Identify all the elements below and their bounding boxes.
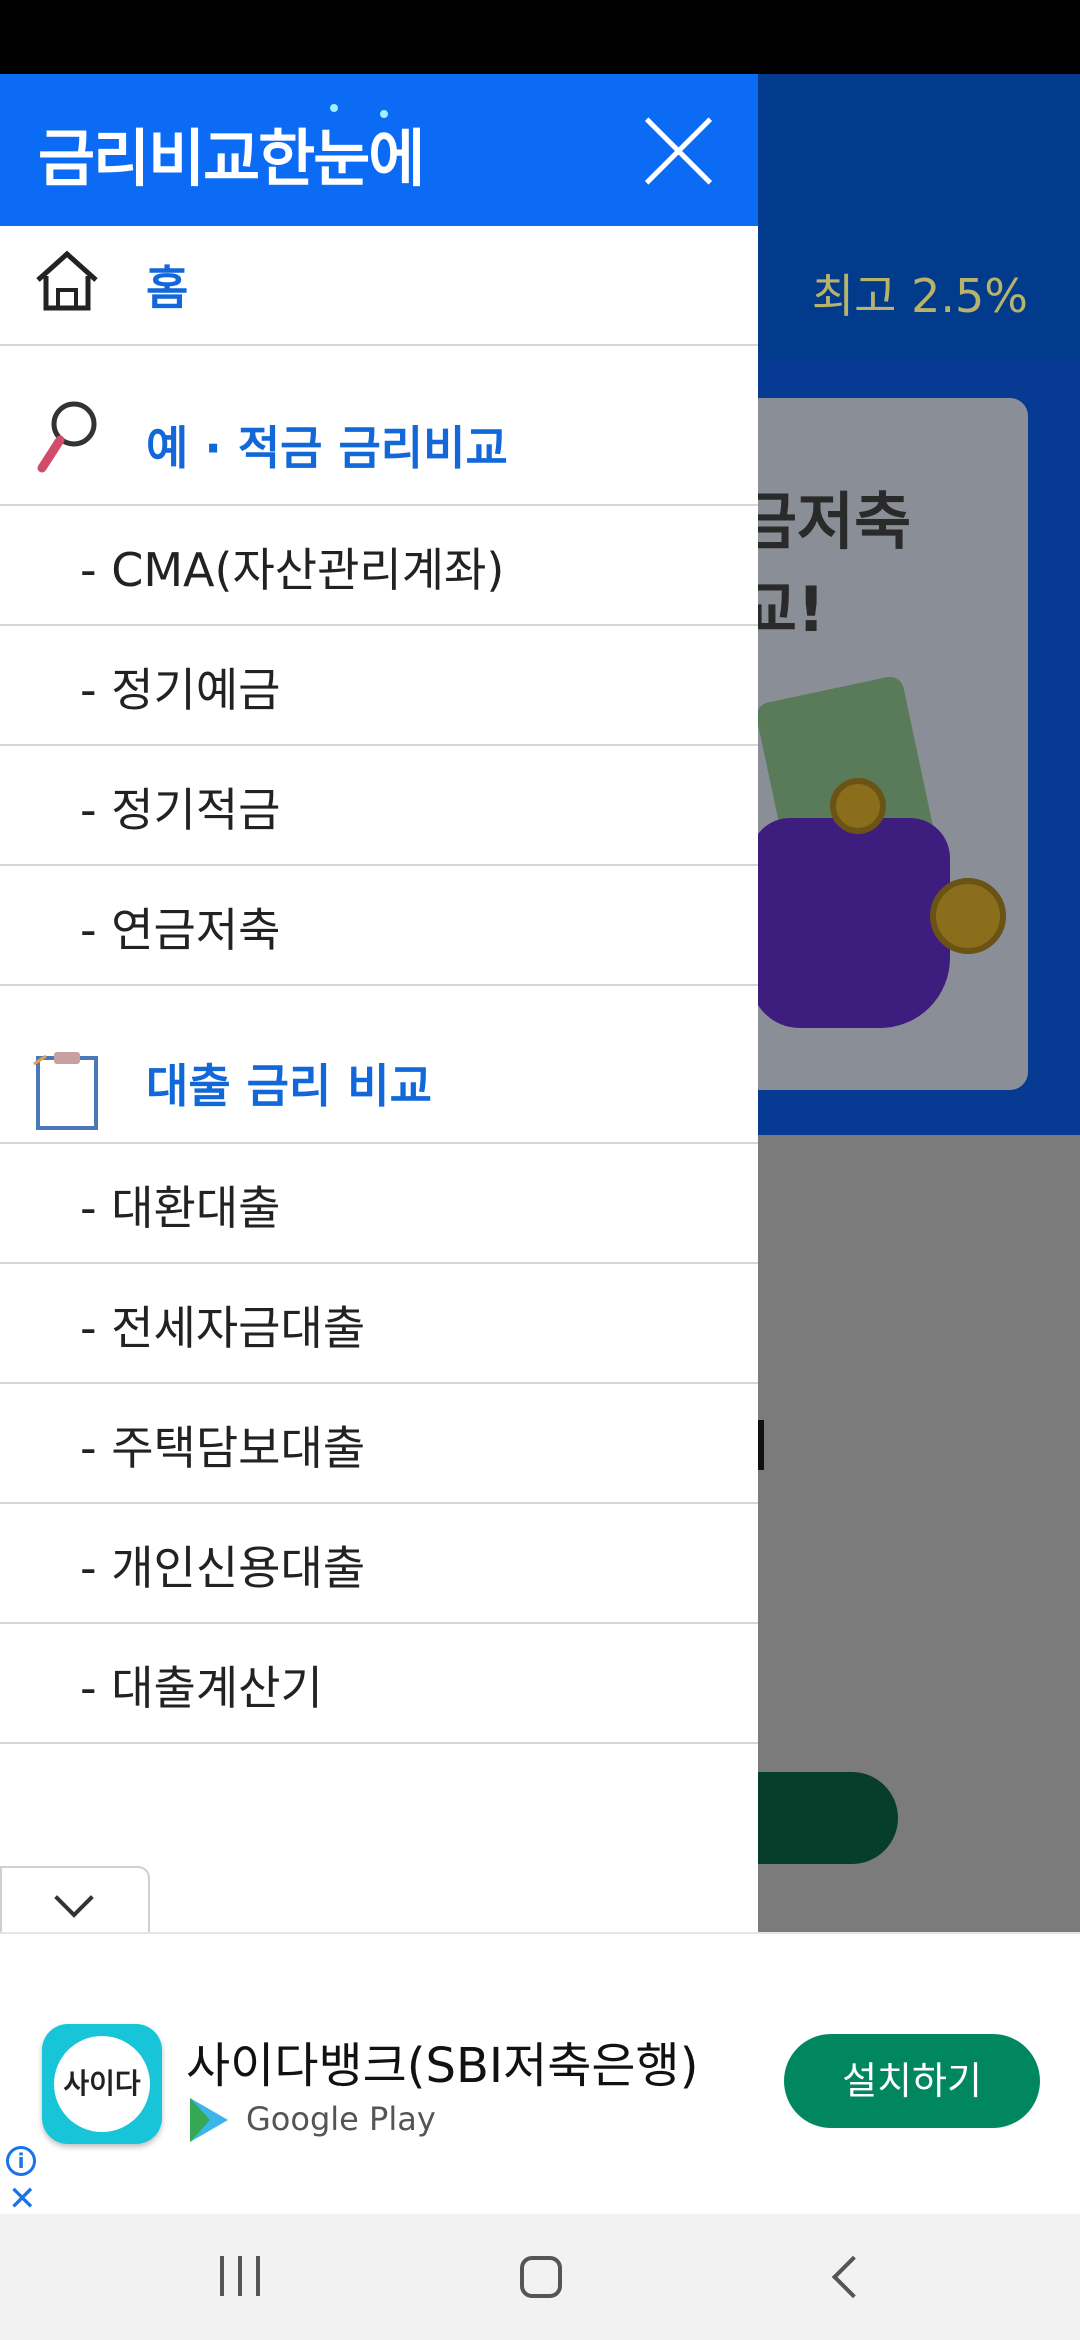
- home-icon: [36, 250, 98, 311]
- app-icon-text: 사이다: [54, 2036, 150, 2132]
- back-button[interactable]: [831, 2255, 875, 2299]
- app-icon[interactable]: 사이다: [42, 2024, 162, 2144]
- install-button[interactable]: 설치하기: [784, 2034, 1040, 2128]
- background-rate-text: 최고 2.5%: [811, 269, 1028, 323]
- coin-illustration: [830, 778, 886, 834]
- menu-item-personal-credit-loan[interactable]: - 개인신용대출: [0, 1504, 758, 1624]
- section-loan-comparison[interactable]: 대출 금리 비교: [0, 986, 758, 1144]
- wallet-illustration: [750, 818, 950, 1028]
- menu-item-fixed-deposit-label: - 정기예금: [80, 663, 281, 717]
- menu-item-installment-savings-label: - 정기적금: [80, 783, 281, 837]
- ad-close-icon[interactable]: ✕: [8, 2182, 37, 2216]
- ad-store-label: Google Play: [246, 2100, 436, 2138]
- menu-item-personal-credit-loan-label: - 개인신용대출: [80, 1541, 366, 1595]
- section-savings-comparison[interactable]: 예 · 적금 금리비교: [0, 346, 758, 506]
- system-navigation-bar: [0, 2214, 1080, 2340]
- ad-collapse-button[interactable]: [0, 1866, 150, 1936]
- section-loan-title: 대출 금리 비교: [146, 1059, 432, 1113]
- logo-sparkle-icon: [380, 110, 388, 118]
- drawer-header: 금리비교한눈에: [0, 74, 758, 226]
- menu-item-jeonse-loan[interactable]: - 전세자금대출: [0, 1264, 758, 1384]
- clipboard-icon: [33, 1052, 98, 1130]
- navigation-drawer: 금리비교한눈에 홈 예 · 적금 금리비교 - CMA(자산관리계좌) - 정기…: [0, 74, 758, 1932]
- menu-item-loan-calculator[interactable]: - 대출계산기: [0, 1624, 758, 1744]
- menu-item-cma-label: - CMA(자산관리계좌): [80, 543, 505, 597]
- recent-apps-button[interactable]: [218, 2256, 262, 2296]
- menu-item-refinance-loan[interactable]: - 대환대출: [0, 1144, 758, 1264]
- logo-sparkle-icon: [330, 104, 338, 112]
- menu-item-installment-savings[interactable]: - 정기적금: [0, 746, 758, 866]
- menu-item-jeonse-loan-label: - 전세자금대출: [80, 1301, 366, 1355]
- google-play-icon-accent: [190, 2098, 210, 2142]
- chevron-down-icon: [54, 1878, 94, 1918]
- status-bar: [0, 0, 1080, 74]
- menu-item-refinance-loan-label: - 대환대출: [80, 1181, 281, 1235]
- magnifier-icon: [37, 401, 97, 473]
- menu-item-home-label: 홈: [146, 261, 189, 315]
- app-logo[interactable]: 금리비교한눈에: [38, 108, 425, 198]
- menu-item-mortgage-loan-label: - 주택담보대출: [80, 1421, 366, 1475]
- coin-illustration: [930, 878, 1006, 954]
- menu-item-mortgage-loan[interactable]: - 주택담보대출: [0, 1384, 758, 1504]
- ad-banner[interactable]: 사이다 사이다뱅크(SBI저축은행) Google Play 설치하기 i ✕: [0, 1932, 1080, 2216]
- section-savings-title: 예 · 적금 금리비교: [146, 421, 508, 475]
- menu-item-cma[interactable]: - CMA(자산관리계좌): [0, 506, 758, 626]
- menu-item-fixed-deposit[interactable]: - 정기예금: [0, 626, 758, 746]
- close-drawer-button[interactable]: [640, 112, 716, 188]
- background-hero-text: 금저축 교!: [740, 485, 912, 646]
- menu-item-loan-calculator-label: - 대출계산기: [80, 1661, 323, 1715]
- ad-title[interactable]: 사이다뱅크(SBI저축은행): [186, 2026, 698, 2096]
- menu-item-pension-savings-label: - 연금저축: [80, 903, 281, 957]
- menu-item-pension-savings[interactable]: - 연금저축: [0, 866, 758, 986]
- menu-item-home[interactable]: 홈: [0, 226, 758, 346]
- home-button[interactable]: [520, 2256, 562, 2298]
- ad-info-icon[interactable]: i: [6, 2146, 36, 2176]
